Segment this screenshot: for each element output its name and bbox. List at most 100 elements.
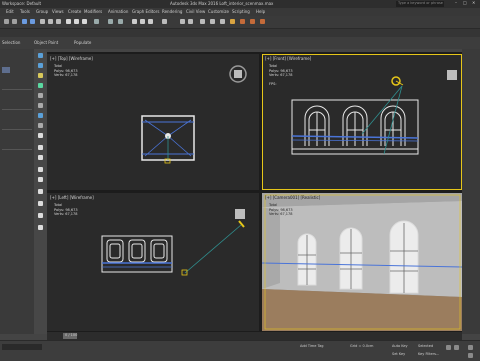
redo-icon[interactable] [12, 19, 17, 24]
create-icon[interactable] [38, 53, 43, 58]
menu-group[interactable]: Group [36, 9, 48, 14]
menu-civil-view[interactable]: Civil View [186, 9, 205, 14]
workspace-label[interactable]: Workspace: Default [2, 1, 41, 6]
rotate-icon[interactable] [74, 19, 79, 24]
utilities-icon[interactable] [38, 123, 43, 128]
select-manipulate-icon[interactable] [118, 19, 123, 24]
motion-icon[interactable] [38, 145, 43, 150]
viewport-left[interactable]: [+] [Left] [Wireframe] Total Polys: 98,6… [47, 193, 259, 331]
freeze-icon[interactable] [38, 167, 43, 172]
material-editor-icon[interactable] [230, 19, 235, 24]
time-slider[interactable]: 0 / 100 [47, 332, 462, 340]
menu-customize[interactable]: Customize [208, 9, 229, 14]
panel-divider [2, 109, 32, 110]
panel-button[interactable] [2, 67, 10, 73]
viewport-front[interactable]: [+] [Front] [Wireframe] Total Polys: 98,… [262, 54, 462, 190]
cube-icon[interactable] [38, 225, 43, 230]
hide-icon[interactable] [38, 177, 43, 182]
maximize-icon[interactable]: □ [463, 0, 467, 5]
zoom-icon[interactable] [468, 345, 473, 350]
stats-polys: 98,673 [280, 207, 293, 212]
menu-bar: Edit Tools Group Views Create Modifiers … [0, 8, 480, 16]
isolate-icon[interactable] [38, 189, 43, 194]
tab-selection[interactable]: Selection [2, 40, 20, 45]
stats-polys-label: Polys: [269, 207, 280, 212]
reference-coordinate-icon[interactable] [94, 19, 99, 24]
panel-divider [2, 129, 32, 130]
viewport-label[interactable]: [+] [Camera001] [Realistic] [265, 195, 320, 200]
menu-modifiers[interactable]: Modifiers [84, 9, 102, 14]
close-icon[interactable]: ✕ [472, 0, 475, 5]
schematic-view-icon[interactable] [220, 19, 225, 24]
key-filters-button[interactable]: Key Filters... [418, 352, 439, 356]
window-title: Autodesk 3ds Max 2016 Loft_interior_scen… [170, 1, 274, 6]
main-toolbar [0, 16, 480, 29]
frame-counter: 0 / 100 [65, 333, 78, 337]
menu-help[interactable]: Help [256, 9, 265, 14]
layer-explorer-icon[interactable] [200, 19, 205, 24]
pan-icon[interactable] [468, 353, 473, 358]
render-icon[interactable] [260, 19, 265, 24]
align-icon[interactable] [188, 19, 193, 24]
search-field[interactable]: Type a keyword or phrase [396, 1, 444, 7]
filter-icon[interactable] [38, 155, 43, 160]
menu-animation[interactable]: Animation [108, 9, 128, 14]
menu-views[interactable]: Views [52, 9, 64, 14]
viewport-camera[interactable]: [+] [Camera001] [Realistic] Total Polys:… [262, 193, 462, 331]
selection-region-icon[interactable] [56, 19, 61, 24]
rendered-frame-icon[interactable] [250, 19, 255, 24]
menu-edit[interactable]: Edit [6, 9, 14, 14]
link-icon[interactable] [22, 19, 27, 24]
viewcube-icon [447, 70, 457, 80]
menu-graph-editors[interactable]: Graph Editors [132, 9, 159, 14]
top-wireframe [141, 65, 247, 164]
systems-icon[interactable] [38, 103, 43, 108]
helper-icon[interactable] [38, 83, 43, 88]
selected-dropdown[interactable]: Selected [418, 344, 433, 348]
add-time-tag[interactable]: Add Time Tag [300, 344, 324, 348]
named-selection-icon[interactable] [162, 19, 167, 24]
set-key-button[interactable]: Set Key [392, 352, 405, 356]
select-object-icon[interactable] [40, 19, 45, 24]
menu-create[interactable]: Create [68, 9, 81, 14]
menu-rendering[interactable]: Rendering [162, 9, 182, 14]
modify-icon[interactable] [38, 63, 43, 68]
play-icon[interactable] [446, 345, 451, 350]
percent-snap-icon[interactable] [148, 19, 153, 24]
menu-scripting[interactable]: Scripting [232, 9, 250, 14]
left-wireframe [101, 209, 245, 276]
pivot-center-icon[interactable] [108, 19, 113, 24]
snaps-toggle-icon[interactable] [132, 19, 137, 24]
sort-icon[interactable] [38, 201, 43, 206]
spacewarp-icon[interactable] [38, 93, 43, 98]
command-panel [0, 49, 35, 334]
minimize-icon[interactable]: – [455, 0, 457, 5]
viewport-top[interactable]: [+] [Top] [Wireframe] Total Polys: 98,67… [47, 54, 259, 190]
viewport-area: [+] [Top] [Wireframe] Total Polys: 98,67… [47, 52, 462, 332]
ribbon-tabs: Selection Object Paint Populate [0, 37, 480, 49]
front-wireframe [291, 70, 457, 155]
render-setup-icon[interactable] [240, 19, 245, 24]
light-icon[interactable] [38, 73, 43, 78]
stats-verts: 67,178 [280, 212, 293, 216]
eye-icon[interactable] [38, 213, 43, 218]
auto-key-button[interactable]: Auto Key [392, 344, 408, 348]
move-icon[interactable] [66, 19, 71, 24]
next-frame-icon[interactable] [454, 345, 459, 350]
angle-snap-icon[interactable] [140, 19, 145, 24]
select-by-name-icon[interactable] [48, 19, 53, 24]
display-icon[interactable] [38, 113, 43, 118]
menu-tools[interactable]: Tools [20, 9, 30, 14]
curve-editor-icon[interactable] [210, 19, 215, 24]
grid-readout: Grid = 0.0cm [350, 344, 374, 348]
hierarchy-icon[interactable] [38, 133, 43, 138]
tab-populate[interactable]: Populate [74, 40, 91, 45]
mirror-icon[interactable] [180, 19, 185, 24]
scale-icon[interactable] [82, 19, 87, 24]
maxscript-listener[interactable] [2, 344, 42, 350]
tab-object-paint[interactable]: Object Paint [34, 40, 58, 45]
search-placeholder: Type a keyword or phrase [398, 1, 443, 5]
status-bar: Add Time Tag Grid = 0.0cm Auto Key Selec… [0, 340, 480, 361]
unlink-icon[interactable] [30, 19, 35, 24]
undo-icon[interactable] [4, 19, 9, 24]
